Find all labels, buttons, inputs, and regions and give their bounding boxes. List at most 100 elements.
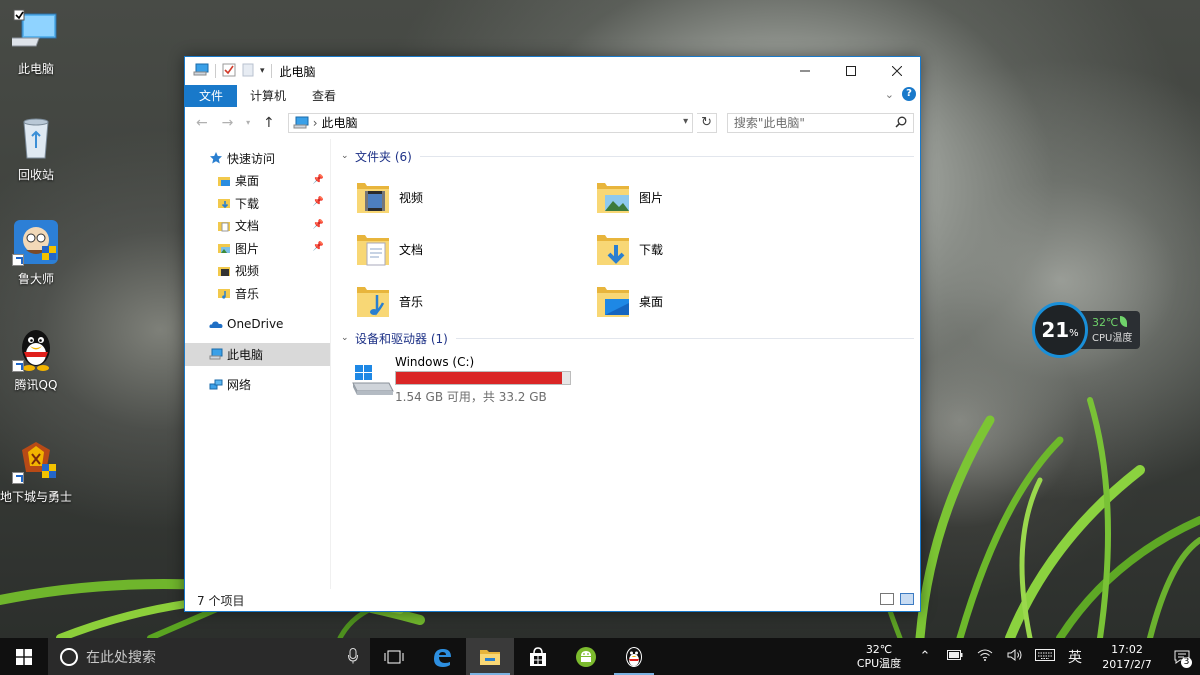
search-input[interactable]: 搜索"此电脑" bbox=[726, 112, 914, 133]
folder-videos[interactable]: 视频 bbox=[355, 177, 595, 217]
folders-group-header[interactable]: ⌄ 文件夹 (6) bbox=[341, 145, 914, 167]
taskbar-file-explorer[interactable] bbox=[466, 638, 514, 675]
desktop-icon-this-pc[interactable]: 此电脑 bbox=[0, 8, 72, 77]
drive-usage-bar bbox=[395, 371, 571, 385]
drive-c[interactable]: Windows (C:) 1.54 GB 可用，共 33.2 GB bbox=[341, 349, 914, 405]
search-placeholder: 搜索"此电脑" bbox=[733, 116, 805, 130]
taskbar-store[interactable] bbox=[514, 638, 562, 675]
volume-icon[interactable] bbox=[1000, 648, 1030, 665]
toolbar-separator bbox=[270, 64, 272, 78]
details-view-icon[interactable] bbox=[880, 593, 894, 605]
downloads-folder-icon bbox=[595, 229, 631, 269]
pin-icon[interactable]: 📌 bbox=[313, 242, 324, 252]
tab-computer[interactable]: 计算机 bbox=[237, 85, 299, 107]
back-button[interactable]: ← bbox=[191, 115, 213, 131]
nav-pictures[interactable]: 图片 📌 bbox=[185, 237, 330, 260]
microphone-icon[interactable] bbox=[348, 648, 358, 668]
folder-music[interactable]: 音乐 bbox=[355, 281, 595, 321]
nav-network[interactable]: 网络 bbox=[185, 374, 330, 397]
file-explorer-window[interactable]: ▾ 此电脑 文件 计算机 查看 ⌄ ? ← → ▾ ↑ › 此电脑 ▾ ↻ 搜索… bbox=[184, 56, 921, 612]
navigation-pane: 快速访问 桌面 📌 下载 📌 文档 📌 图片 📌 视频 音乐 OneDrive … bbox=[185, 139, 331, 589]
properties-icon[interactable] bbox=[222, 63, 236, 80]
tab-file[interactable]: 文件 bbox=[185, 85, 237, 107]
forward-button[interactable]: → bbox=[217, 115, 239, 131]
drive-free-space: 1.54 GB 可用，共 33.2 GB bbox=[395, 390, 547, 404]
input-method-indicator[interactable]: 英 bbox=[1060, 647, 1090, 667]
show-hidden-icons-chevron-icon[interactable]: ⌃ bbox=[910, 649, 940, 664]
desktop-icon-label: 地下城与勇士 bbox=[0, 490, 73, 504]
folder-downloads[interactable]: 下载 bbox=[595, 229, 835, 269]
nav-onedrive[interactable]: OneDrive bbox=[185, 313, 330, 336]
refresh-button[interactable]: ↻ bbox=[697, 112, 717, 133]
battery-icon[interactable] bbox=[940, 649, 970, 664]
drive-usage-fill bbox=[396, 372, 562, 384]
taskbar-clock[interactable]: 17:02 2017/2/7 bbox=[1090, 642, 1164, 672]
cortana-icon bbox=[60, 647, 78, 666]
touch-keyboard-icon[interactable] bbox=[1030, 648, 1060, 665]
pin-icon[interactable]: 📌 bbox=[313, 197, 324, 207]
start-button[interactable] bbox=[0, 638, 48, 675]
cpu-monitor-widget[interactable]: 21 % 32℃ CPU温度 bbox=[1032, 302, 1142, 358]
desktop-icon-recycle-bin[interactable]: 回收站 bbox=[0, 114, 72, 183]
pictures-folder-icon bbox=[595, 177, 631, 217]
address-bar-row: ← → ▾ ↑ › 此电脑 ▾ ↻ 搜索"此电脑" bbox=[185, 107, 920, 139]
address-dropdown-icon[interactable]: ▾ bbox=[683, 116, 688, 127]
tray-cpu-temp[interactable]: 32℃ CPU温度 bbox=[848, 643, 910, 671]
cpu-usage-unit: % bbox=[1069, 327, 1079, 339]
folder-pictures[interactable]: 图片 bbox=[595, 177, 835, 217]
cpu-usage-value: 21 bbox=[1041, 318, 1070, 342]
nav-videos[interactable]: 视频 bbox=[185, 260, 330, 283]
star-icon bbox=[209, 151, 223, 165]
breadcrumb-this-pc[interactable]: 此电脑 bbox=[322, 114, 358, 131]
clock-time: 17:02 bbox=[1111, 642, 1143, 656]
music-folder-icon bbox=[355, 281, 391, 321]
window-title: 此电脑 bbox=[279, 64, 316, 79]
collapse-chevron-icon[interactable]: ⌄ bbox=[341, 151, 355, 161]
pin-icon[interactable]: 📌 bbox=[313, 175, 324, 185]
cpu-temp-label: CPU温度 bbox=[1092, 333, 1133, 344]
taskbar-search-input[interactable]: 在此处搜索 bbox=[48, 638, 370, 675]
desktop-icon-dnf[interactable]: 地下城与勇士 bbox=[0, 436, 72, 505]
close-button[interactable] bbox=[874, 57, 920, 85]
maximize-button[interactable] bbox=[828, 57, 874, 85]
video-folder-icon bbox=[217, 264, 231, 278]
action-center-button[interactable]: 3 bbox=[1164, 638, 1200, 675]
drive-info: Windows (C:) 1.54 GB 可用，共 33.2 GB bbox=[395, 355, 571, 405]
group-title: 文件夹 (6) bbox=[355, 149, 412, 164]
android-icon bbox=[576, 646, 596, 667]
taskbar-android-app[interactable] bbox=[562, 638, 610, 675]
wifi-icon[interactable] bbox=[970, 649, 1000, 665]
recent-locations-button[interactable]: ▾ bbox=[242, 118, 254, 127]
title-bar[interactable]: ▾ 此电脑 bbox=[185, 57, 920, 85]
taskbar-qq[interactable] bbox=[610, 638, 658, 675]
nav-documents[interactable]: 文档 📌 bbox=[185, 215, 330, 238]
tray-temp-value: 32℃ bbox=[865, 642, 893, 656]
nav-label: 图片 bbox=[235, 241, 260, 256]
folder-desktop[interactable]: 桌面 bbox=[595, 281, 835, 321]
nav-label: 音乐 bbox=[235, 286, 260, 301]
collapse-chevron-icon[interactable]: ⌄ bbox=[341, 333, 355, 343]
desktop-icon-ludashi[interactable]: 鲁大师 bbox=[0, 218, 72, 287]
expand-ribbon-icon[interactable]: ⌄ bbox=[885, 88, 894, 101]
taskbar-edge[interactable] bbox=[418, 638, 466, 675]
recycle-bin-icon bbox=[12, 114, 60, 162]
nav-quick-access[interactable]: 快速访问 bbox=[185, 147, 330, 170]
folder-documents[interactable]: 文档 bbox=[355, 229, 595, 269]
nav-desktop[interactable]: 桌面 📌 bbox=[185, 170, 330, 193]
minimize-button[interactable] bbox=[782, 57, 828, 85]
nav-music[interactable]: 音乐 bbox=[185, 282, 330, 305]
address-field[interactable]: › 此电脑 ▾ bbox=[287, 112, 694, 133]
nav-this-pc[interactable]: 此电脑 bbox=[185, 343, 330, 366]
nav-downloads[interactable]: 下载 📌 bbox=[185, 192, 330, 215]
pin-icon[interactable]: 📌 bbox=[313, 220, 324, 230]
up-button[interactable]: ↑ bbox=[258, 115, 280, 131]
help-icon[interactable]: ? bbox=[902, 87, 916, 101]
desktop-icon-qq[interactable]: 腾讯QQ bbox=[0, 324, 72, 393]
task-view-button[interactable] bbox=[370, 638, 418, 675]
devices-group-header[interactable]: ⌄ 设备和驱动器 (1) bbox=[341, 327, 914, 349]
new-folder-icon[interactable] bbox=[242, 63, 254, 80]
large-icons-view-icon[interactable] bbox=[900, 593, 914, 605]
tab-view[interactable]: 查看 bbox=[299, 85, 349, 107]
folder-name: 下载 bbox=[639, 242, 664, 257]
customize-toolbar-icon[interactable]: ▾ bbox=[260, 66, 265, 76]
